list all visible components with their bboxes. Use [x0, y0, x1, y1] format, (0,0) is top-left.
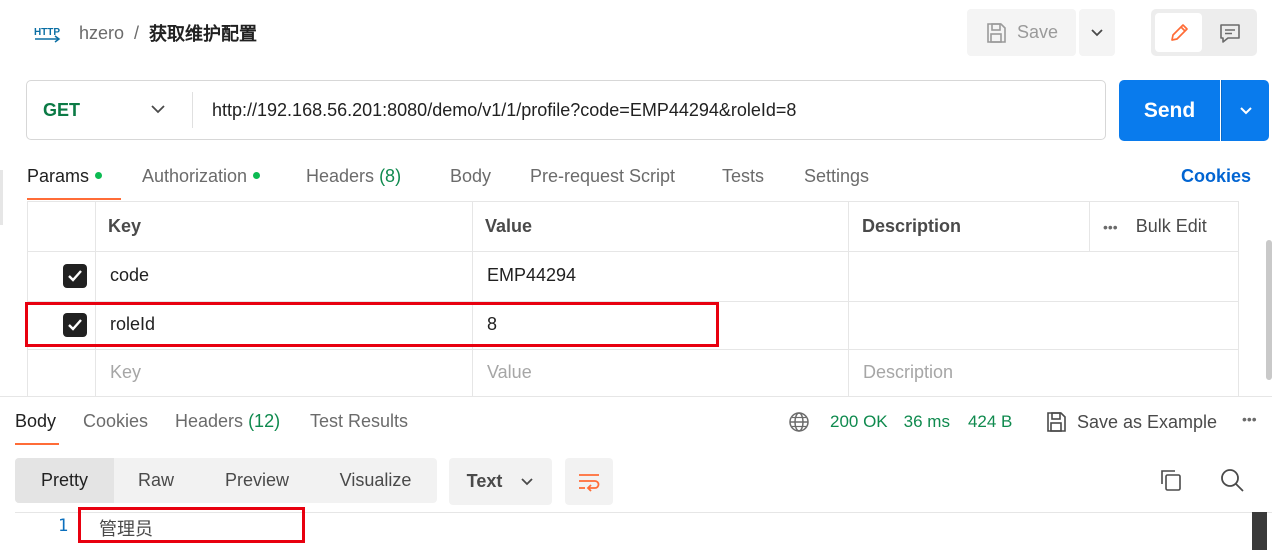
view-visualize-button[interactable]: Visualize — [320, 458, 431, 503]
save-as-example-button[interactable]: Save as Example — [1045, 411, 1217, 433]
more-options-button[interactable]: ••• — [1242, 411, 1257, 427]
save-as-example-label: Save as Example — [1077, 411, 1218, 432]
column-header-value: Value — [485, 216, 533, 236]
value-placeholder[interactable]: Value — [487, 362, 532, 383]
method-select[interactable]: GET — [43, 100, 80, 121]
search-icon[interactable] — [1219, 467, 1245, 493]
copy-icon[interactable] — [1158, 467, 1184, 493]
save-label: Save — [1016, 22, 1059, 42]
response-time[interactable]: 36 ms — [904, 412, 950, 432]
tab-pre-request-script[interactable]: Pre-request Script — [530, 166, 675, 187]
param-checkbox[interactable] — [63, 264, 87, 288]
scrollbar-thumb[interactable] — [1252, 512, 1267, 550]
breadcrumb: HTTP hzero / 获取维护配置 — [33, 18, 257, 48]
breadcrumb-separator: / — [134, 22, 140, 43]
key-placeholder[interactable]: Key — [110, 362, 141, 383]
tab-count: (8) — [379, 166, 402, 186]
response-tab-test-results[interactable]: Test Results — [310, 411, 408, 432]
check-icon — [68, 270, 82, 282]
save-icon — [1047, 412, 1066, 432]
bulk-edit-label: Bulk Edit — [1135, 216, 1207, 236]
tab-count: (12) — [248, 411, 281, 431]
request-title[interactable]: 获取维护配置 — [149, 20, 257, 46]
response-tab-body[interactable]: Body — [15, 411, 56, 432]
panel-edge — [0, 170, 3, 225]
chevron-down-icon — [1239, 106, 1252, 114]
tab-label: Authorization — [142, 166, 248, 186]
http-protocol-icon: HTTP — [33, 22, 61, 44]
chevron-down-icon — [1091, 28, 1103, 36]
status-dot — [95, 171, 103, 179]
chevron-down-icon — [521, 477, 533, 485]
param-key[interactable]: code — [110, 265, 149, 286]
highlight-box — [78, 507, 305, 543]
response-tab-headers[interactable]: Headers (12) — [175, 411, 280, 432]
tab-body[interactable]: Body — [450, 166, 491, 187]
active-tab-indicator — [27, 198, 121, 200]
status-code[interactable]: 200 OK — [830, 412, 888, 432]
tab-settings[interactable]: Settings — [804, 166, 869, 187]
params-table — [27, 201, 1239, 396]
send-button[interactable]: Send — [1119, 80, 1220, 141]
more-icon[interactable]: ••• — [1103, 219, 1118, 235]
workspace-link[interactable]: hzero — [79, 23, 124, 44]
active-tab-indicator — [15, 443, 59, 445]
highlight-box — [25, 302, 719, 347]
comments-button[interactable] — [1207, 13, 1253, 52]
format-label: Text — [466, 471, 503, 491]
view-raw-button[interactable]: Raw — [116, 458, 196, 503]
scrollbar-thumb[interactable] — [1266, 240, 1272, 380]
column-header-description: Description — [862, 216, 962, 236]
save-button[interactable]: Save — [967, 9, 1076, 56]
tab-params[interactable]: Params — [27, 166, 103, 187]
response-meta: 200 OK 36 ms 424 B — [788, 411, 1012, 433]
save-icon — [987, 22, 1006, 43]
wrap-lines-icon — [579, 473, 600, 492]
globe-icon[interactable] — [788, 411, 810, 433]
line-number: 1 — [58, 516, 69, 536]
chevron-down-icon[interactable] — [150, 102, 166, 116]
response-size[interactable]: 424 B — [968, 412, 1012, 432]
param-value[interactable]: EMP44294 — [487, 265, 576, 286]
pane-divider[interactable] — [0, 396, 1272, 397]
edit-mode-button[interactable] — [1155, 13, 1202, 52]
format-select[interactable]: Text — [449, 458, 552, 505]
response-tab-cookies[interactable]: Cookies — [83, 411, 148, 432]
pencil-icon — [1170, 23, 1188, 41]
tab-headers[interactable]: Headers (8) — [306, 166, 401, 187]
comment-icon — [1220, 23, 1240, 43]
column-header-key: Key — [108, 216, 142, 236]
view-pretty-button[interactable]: Pretty — [15, 458, 114, 503]
url-divider — [192, 92, 193, 128]
view-preview-button[interactable]: Preview — [205, 458, 309, 503]
tab-label: Headers — [306, 166, 375, 186]
save-dropdown-button[interactable] — [1079, 9, 1115, 56]
bulk-edit-button[interactable]: ••• Bulk Edit — [1103, 216, 1207, 237]
tab-tests[interactable]: Tests — [722, 166, 764, 187]
url-input[interactable]: http://192.168.56.201:8080/demo/v1/1/pro… — [212, 100, 796, 121]
status-dot — [253, 171, 261, 179]
wrap-lines-button[interactable] — [565, 458, 613, 505]
description-placeholder[interactable]: Description — [863, 362, 953, 383]
tab-authorization[interactable]: Authorization — [142, 166, 261, 187]
send-dropdown-button[interactable] — [1221, 80, 1269, 141]
tab-label: Params — [27, 166, 90, 186]
tab-label: Headers — [175, 411, 244, 431]
cookies-link[interactable]: Cookies — [1181, 166, 1251, 187]
